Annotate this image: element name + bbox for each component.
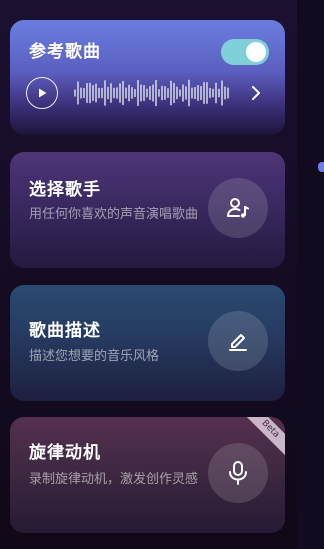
select-singer-button[interactable] [208,178,268,238]
reference-song-toggle[interactable] [221,39,269,65]
side-indicator [318,162,324,172]
melody-card[interactable]: Beta 旋律动机 录制旋律动机，激发创作灵感 [10,417,285,533]
chevron-right-icon[interactable] [248,83,264,103]
edit-pen-icon [229,334,247,351]
play-button[interactable] [26,77,58,109]
select-singer-subtitle: 用任何你喜欢的声音演唱歌曲 [29,207,199,222]
song-description-button[interactable] [208,311,268,371]
song-description-card[interactable]: 歌曲描述 描述您想要的音乐风格 [10,285,285,401]
singer-music-icon [227,198,249,218]
melody-subtitle: 录制旋律动机，激发创作灵感 [29,472,199,487]
reference-song-card[interactable]: 参考歌曲 [10,20,285,135]
toggle-knob [246,42,266,62]
song-description-title: 歌曲描述 [29,321,101,341]
microphone-icon [229,461,247,485]
play-icon [39,88,47,98]
reference-song-title: 参考歌曲 [29,42,101,62]
select-singer-card[interactable]: 选择歌手 用任何你喜欢的声音演唱歌曲 [10,152,285,268]
melody-title: 旋律动机 [29,443,101,463]
audio-waveform[interactable] [74,78,234,108]
select-singer-title: 选择歌手 [29,180,101,200]
record-melody-button[interactable] [208,443,268,503]
right-panel-edge [297,0,324,549]
song-description-subtitle: 描述您想要的音乐风格 [29,349,160,364]
page: 参考歌曲 选择歌手 用任何你喜欢的声音演唱歌曲 歌曲描述 描述您想要的音乐风格 … [0,0,324,549]
